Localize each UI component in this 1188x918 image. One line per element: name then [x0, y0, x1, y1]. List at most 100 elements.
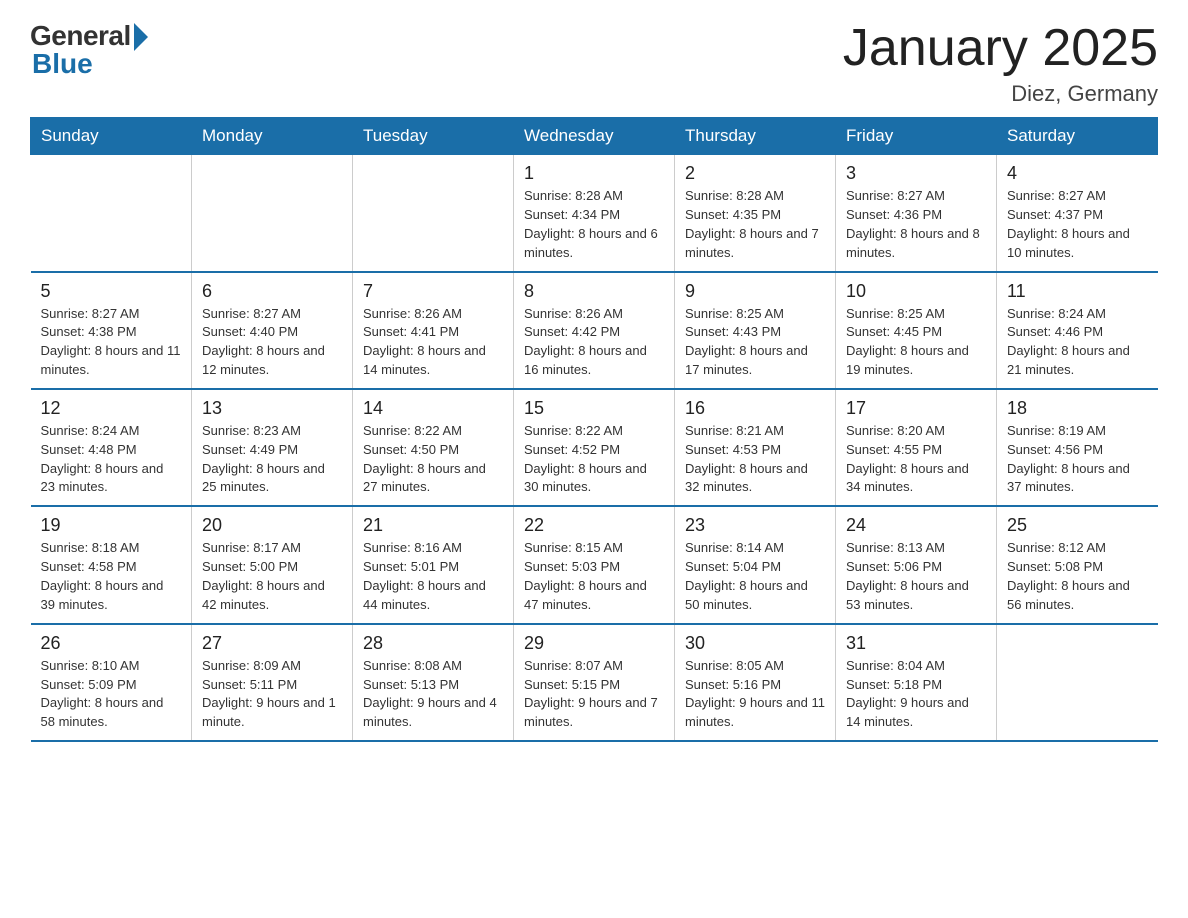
day-number: 17 [846, 398, 986, 419]
page-header: General Blue January 2025 Diez, Germany [30, 20, 1158, 107]
calendar-day-28: 28 Sunrise: 8:08 AM Sunset: 5:13 PM Dayli… [353, 624, 514, 741]
day-info: Sunrise: 8:13 AM Sunset: 5:06 PM Dayligh… [846, 539, 986, 614]
calendar-week-row: 26 Sunrise: 8:10 AM Sunset: 5:09 PM Dayli… [31, 624, 1158, 741]
calendar-day-30: 30 Sunrise: 8:05 AM Sunset: 5:16 PM Dayli… [675, 624, 836, 741]
calendar-day-20: 20 Sunrise: 8:17 AM Sunset: 5:00 PM Dayli… [192, 506, 353, 623]
calendar-day-21: 21Sunrise: 8:16 AM Sunset: 5:01 PM Dayli… [353, 506, 514, 623]
calendar-day-22: 22 Sunrise: 8:15 AM Sunset: 5:03 PM Dayli… [514, 506, 675, 623]
day-info: Sunrise: 8:22 AM Sunset: 4:50 PM Dayligh… [363, 422, 503, 497]
day-info: Sunrise: 8:28 AM Sunset: 4:34 PM Dayligh… [524, 187, 664, 262]
calendar-week-row: 1 Sunrise: 8:28 AM Sunset: 4:34 PM Daylig… [31, 155, 1158, 272]
calendar-header-sunday: Sunday [31, 118, 192, 155]
day-number: 3 [846, 163, 986, 184]
calendar-day-11: 11Sunrise: 8:24 AM Sunset: 4:46 PM Dayli… [997, 272, 1158, 389]
day-info: Sunrise: 8:26 AM Sunset: 4:41 PM Dayligh… [363, 305, 503, 380]
calendar-day-3: 3 Sunrise: 8:27 AM Sunset: 4:36 PM Daylig… [836, 155, 997, 272]
calendar-week-row: 12Sunrise: 8:24 AM Sunset: 4:48 PM Dayli… [31, 389, 1158, 506]
day-number: 10 [846, 281, 986, 302]
day-number: 18 [1007, 398, 1148, 419]
calendar-day-26: 26 Sunrise: 8:10 AM Sunset: 5:09 PM Dayli… [31, 624, 192, 741]
day-number: 5 [41, 281, 182, 302]
day-info: Sunrise: 8:05 AM Sunset: 5:16 PM Dayligh… [685, 657, 825, 732]
calendar-empty-cell [353, 155, 514, 272]
calendar-table: SundayMondayTuesdayWednesdayThursdayFrid… [30, 117, 1158, 742]
calendar-day-2: 2 Sunrise: 8:28 AM Sunset: 4:35 PM Daylig… [675, 155, 836, 272]
day-info: Sunrise: 8:27 AM Sunset: 4:38 PM Dayligh… [41, 305, 182, 380]
calendar-day-12: 12Sunrise: 8:24 AM Sunset: 4:48 PM Dayli… [31, 389, 192, 506]
day-number: 14 [363, 398, 503, 419]
day-info: Sunrise: 8:22 AM Sunset: 4:52 PM Dayligh… [524, 422, 664, 497]
logo: General Blue [30, 20, 148, 80]
day-number: 2 [685, 163, 825, 184]
day-info: Sunrise: 8:12 AM Sunset: 5:08 PM Dayligh… [1007, 539, 1148, 614]
day-number: 26 [41, 633, 182, 654]
day-number: 19 [41, 515, 182, 536]
calendar-header-monday: Monday [192, 118, 353, 155]
day-info: Sunrise: 8:17 AM Sunset: 5:00 PM Dayligh… [202, 539, 342, 614]
day-info: Sunrise: 8:15 AM Sunset: 5:03 PM Dayligh… [524, 539, 664, 614]
calendar-header-row: SundayMondayTuesdayWednesdayThursdayFrid… [31, 118, 1158, 155]
day-info: Sunrise: 8:14 AM Sunset: 5:04 PM Dayligh… [685, 539, 825, 614]
calendar-day-31: 31 Sunrise: 8:04 AM Sunset: 5:18 PM Dayli… [836, 624, 997, 741]
calendar-header-saturday: Saturday [997, 118, 1158, 155]
calendar-day-19: 19Sunrise: 8:18 AM Sunset: 4:58 PM Dayli… [31, 506, 192, 623]
day-info: Sunrise: 8:24 AM Sunset: 4:46 PM Dayligh… [1007, 305, 1148, 380]
calendar-header-tuesday: Tuesday [353, 118, 514, 155]
calendar-day-23: 23 Sunrise: 8:14 AM Sunset: 5:04 PM Dayli… [675, 506, 836, 623]
day-number: 1 [524, 163, 664, 184]
calendar-day-13: 13 Sunrise: 8:23 AM Sunset: 4:49 PM Dayli… [192, 389, 353, 506]
calendar-header-wednesday: Wednesday [514, 118, 675, 155]
calendar-day-9: 9Sunrise: 8:25 AM Sunset: 4:43 PM Daylig… [675, 272, 836, 389]
day-number: 28 [363, 633, 503, 654]
day-number: 4 [1007, 163, 1148, 184]
day-info: Sunrise: 8:07 AM Sunset: 5:15 PM Dayligh… [524, 657, 664, 732]
calendar-day-5: 5 Sunrise: 8:27 AM Sunset: 4:38 PM Daylig… [31, 272, 192, 389]
day-info: Sunrise: 8:26 AM Sunset: 4:42 PM Dayligh… [524, 305, 664, 380]
logo-blue-text: Blue [32, 48, 93, 80]
calendar-day-14: 14 Sunrise: 8:22 AM Sunset: 4:50 PM Dayli… [353, 389, 514, 506]
calendar-day-17: 17 Sunrise: 8:20 AM Sunset: 4:55 PM Dayli… [836, 389, 997, 506]
day-info: Sunrise: 8:09 AM Sunset: 5:11 PM Dayligh… [202, 657, 342, 732]
calendar-day-4: 4 Sunrise: 8:27 AM Sunset: 4:37 PM Daylig… [997, 155, 1158, 272]
day-info: Sunrise: 8:21 AM Sunset: 4:53 PM Dayligh… [685, 422, 825, 497]
day-info: Sunrise: 8:08 AM Sunset: 5:13 PM Dayligh… [363, 657, 503, 732]
calendar-day-24: 24 Sunrise: 8:13 AM Sunset: 5:06 PM Dayli… [836, 506, 997, 623]
day-number: 8 [524, 281, 664, 302]
calendar-day-7: 7Sunrise: 8:26 AM Sunset: 4:41 PM Daylig… [353, 272, 514, 389]
calendar-day-27: 27Sunrise: 8:09 AM Sunset: 5:11 PM Dayli… [192, 624, 353, 741]
day-info: Sunrise: 8:28 AM Sunset: 4:35 PM Dayligh… [685, 187, 825, 262]
day-info: Sunrise: 8:25 AM Sunset: 4:45 PM Dayligh… [846, 305, 986, 380]
day-number: 15 [524, 398, 664, 419]
day-number: 24 [846, 515, 986, 536]
day-number: 23 [685, 515, 825, 536]
day-info: Sunrise: 8:20 AM Sunset: 4:55 PM Dayligh… [846, 422, 986, 497]
day-number: 30 [685, 633, 825, 654]
day-info: Sunrise: 8:10 AM Sunset: 5:09 PM Dayligh… [41, 657, 182, 732]
day-info: Sunrise: 8:27 AM Sunset: 4:37 PM Dayligh… [1007, 187, 1148, 262]
calendar-empty-cell [31, 155, 192, 272]
calendar-day-6: 6Sunrise: 8:27 AM Sunset: 4:40 PM Daylig… [192, 272, 353, 389]
calendar-header-thursday: Thursday [675, 118, 836, 155]
day-number: 20 [202, 515, 342, 536]
day-number: 13 [202, 398, 342, 419]
calendar-day-15: 15 Sunrise: 8:22 AM Sunset: 4:52 PM Dayli… [514, 389, 675, 506]
calendar-day-29: 29 Sunrise: 8:07 AM Sunset: 5:15 PM Dayli… [514, 624, 675, 741]
location: Diez, Germany [843, 81, 1158, 107]
day-info: Sunrise: 8:23 AM Sunset: 4:49 PM Dayligh… [202, 422, 342, 497]
calendar-empty-cell [192, 155, 353, 272]
day-number: 31 [846, 633, 986, 654]
month-title: January 2025 [843, 20, 1158, 77]
day-number: 29 [524, 633, 664, 654]
day-number: 9 [685, 281, 825, 302]
logo-arrow-icon [134, 23, 148, 51]
calendar-empty-cell [997, 624, 1158, 741]
calendar-day-1: 1 Sunrise: 8:28 AM Sunset: 4:34 PM Daylig… [514, 155, 675, 272]
calendar-week-row: 5 Sunrise: 8:27 AM Sunset: 4:38 PM Daylig… [31, 272, 1158, 389]
day-info: Sunrise: 8:16 AM Sunset: 5:01 PM Dayligh… [363, 539, 503, 614]
day-number: 12 [41, 398, 182, 419]
day-info: Sunrise: 8:27 AM Sunset: 4:36 PM Dayligh… [846, 187, 986, 262]
calendar-day-16: 16Sunrise: 8:21 AM Sunset: 4:53 PM Dayli… [675, 389, 836, 506]
day-info: Sunrise: 8:04 AM Sunset: 5:18 PM Dayligh… [846, 657, 986, 732]
day-number: 22 [524, 515, 664, 536]
calendar-day-8: 8 Sunrise: 8:26 AM Sunset: 4:42 PM Daylig… [514, 272, 675, 389]
